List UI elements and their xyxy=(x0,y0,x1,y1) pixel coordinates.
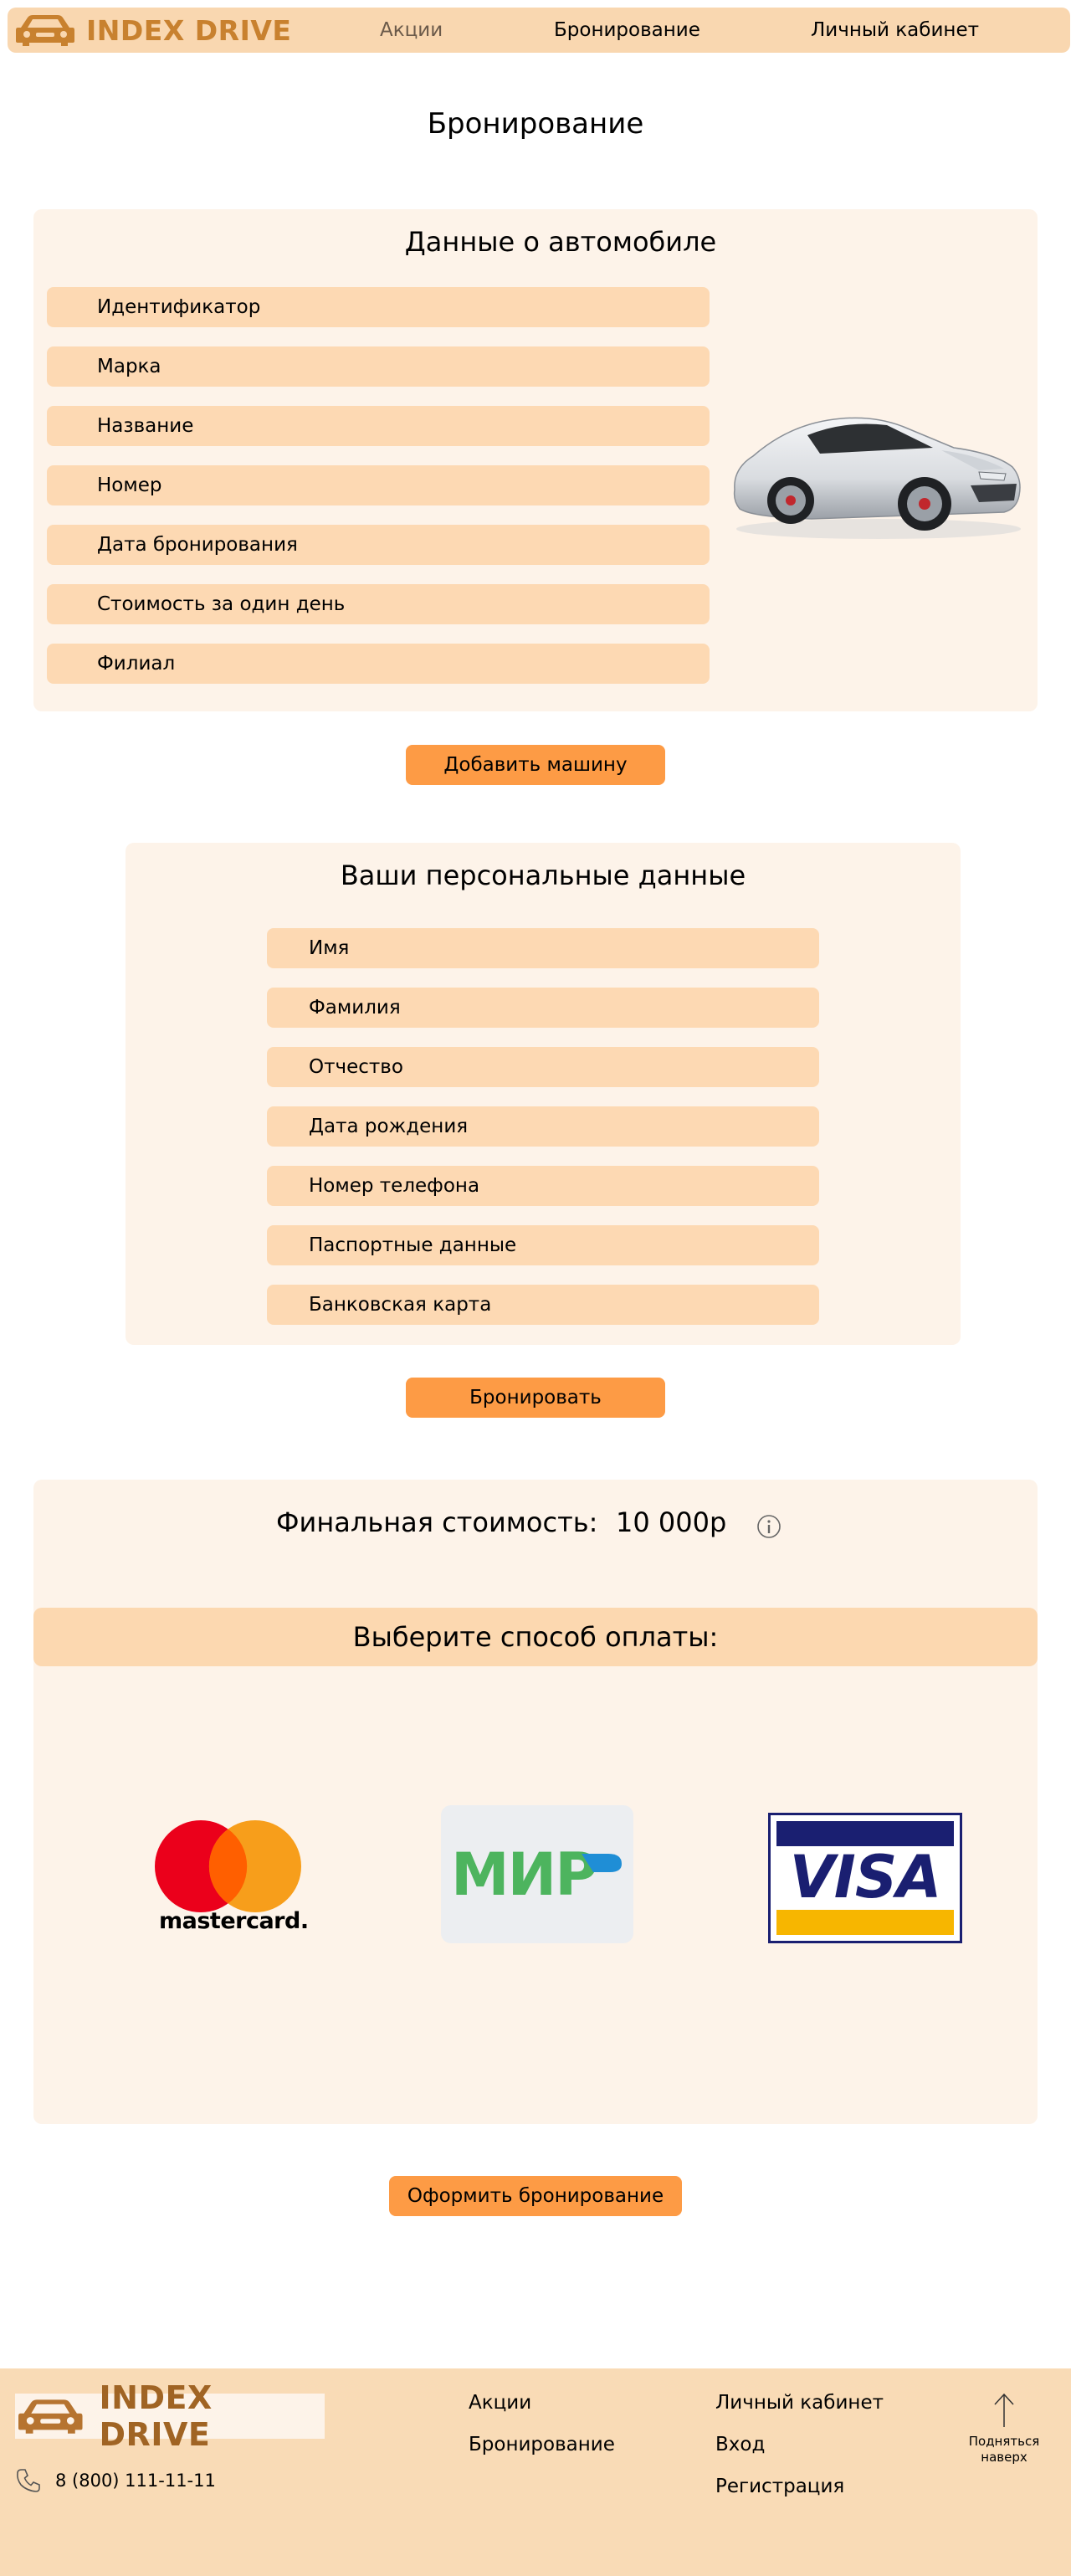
sports-car-image xyxy=(733,417,1021,539)
footer-brand-logo[interactable]: INDEX DRIVE xyxy=(15,2379,325,2453)
car-id-field[interactable]: Идентификатор xyxy=(47,287,710,327)
phone-number-field[interactable]: Номер телефона xyxy=(267,1166,819,1206)
footer-link-register[interactable]: Регистрация xyxy=(715,2476,844,2497)
branch-field[interactable]: Филиал xyxy=(47,644,710,684)
add-car-button[interactable]: Добавить машину xyxy=(406,745,665,785)
footer-link-promotions[interactable]: Акции xyxy=(469,2392,531,2414)
patronymic-field[interactable]: Отчество xyxy=(267,1047,819,1087)
scroll-to-top-line1: Подняться xyxy=(968,2434,1040,2449)
mir-wordmark: МИР xyxy=(451,1840,598,1909)
phone-icon xyxy=(17,2469,40,2492)
visa-bottom-stripe xyxy=(776,1910,954,1935)
birth-date-field[interactable]: Дата рождения xyxy=(267,1106,819,1147)
bank-card-field[interactable]: Банковская карта xyxy=(267,1285,819,1325)
scroll-to-top-line2: наверх xyxy=(981,2450,1027,2465)
mastercard-wordmark: mastercard. xyxy=(159,1908,309,1934)
scroll-to-top[interactable]: Подняться наверх xyxy=(954,2434,1054,2466)
footer-link-login[interactable]: Вход xyxy=(715,2434,765,2455)
payment-panel xyxy=(33,1480,1038,2124)
passport-field[interactable]: Паспортные данные xyxy=(267,1225,819,1265)
last-name-field[interactable]: Фамилия xyxy=(267,988,819,1028)
mir-arrow-icon xyxy=(582,1854,622,1872)
first-name-field[interactable]: Имя xyxy=(267,928,819,968)
brand-logo[interactable]: INDEX DRIVE xyxy=(16,13,291,48)
nav-account[interactable]: Личный кабинет xyxy=(811,19,979,41)
car-brand-field[interactable]: Марка xyxy=(47,346,710,387)
personal-panel-title: Ваши персональные данные xyxy=(340,860,746,891)
footer-brand-name: INDEX DRIVE xyxy=(99,2379,213,2453)
visa-logo[interactable]: VISA xyxy=(768,1813,962,1943)
car-data-panel: Данные о автомобиле Идентификатор Марка … xyxy=(33,209,1038,711)
footer-link-booking[interactable]: Бронирование xyxy=(469,2434,615,2455)
nav-booking[interactable]: Бронирование xyxy=(554,19,700,41)
arrow-up-icon[interactable] xyxy=(992,2392,1017,2429)
mir-logo[interactable]: МИР xyxy=(441,1805,633,1943)
car-panel-title: Данные о автомобиле xyxy=(404,226,717,258)
info-icon[interactable] xyxy=(756,1513,782,1540)
car-logo-icon xyxy=(16,15,74,46)
payment-method-title: Выберите способ оплаты: xyxy=(33,1608,1038,1666)
mastercard-logo[interactable]: mastercard. xyxy=(151,1816,309,1937)
brand-name: INDEX DRIVE xyxy=(86,13,292,47)
page-title: Бронирование xyxy=(427,107,644,141)
nav-promotions[interactable]: Акции xyxy=(380,19,443,41)
daily-cost-field[interactable]: Стоимость за один день xyxy=(47,584,710,624)
checkout-button[interactable]: Оформить бронирование xyxy=(389,2176,682,2216)
visa-wordmark: VISA xyxy=(789,1843,942,1911)
footer-link-account[interactable]: Личный кабинет xyxy=(715,2392,884,2414)
car-name-field[interactable]: Название xyxy=(47,406,710,446)
phone-number: 8 (800) 111-11-11 xyxy=(55,2471,216,2491)
final-cost-value: 10 000р xyxy=(616,1506,727,1538)
booking-date-field[interactable]: Дата бронирования xyxy=(47,525,710,565)
personal-data-panel: Ваши персональные данные Имя Фамилия Отч… xyxy=(126,843,961,1345)
final-cost-label: Финальная стоимость: xyxy=(276,1506,598,1538)
top-header: INDEX DRIVE Акции Бронирование Личный ка… xyxy=(8,8,1070,53)
book-button[interactable]: Бронировать xyxy=(406,1378,665,1418)
footer-car-logo-icon xyxy=(18,2399,83,2434)
car-number-field[interactable]: Номер xyxy=(47,465,710,505)
